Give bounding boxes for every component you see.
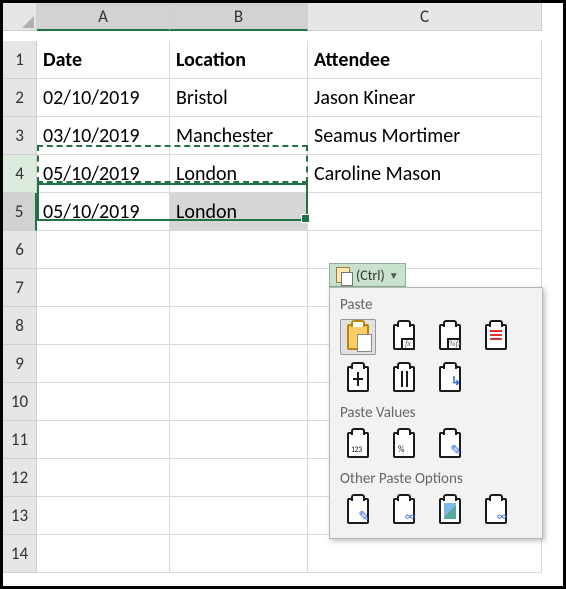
cell-A4[interactable]: 05/10/2019 [37, 155, 170, 193]
row-header-1[interactable]: 1 [3, 41, 37, 79]
cell-B3[interactable]: Manchester [170, 117, 308, 155]
cell-B12[interactable] [170, 459, 308, 497]
cell-B11[interactable] [170, 421, 308, 459]
row-header-6[interactable]: 6 [3, 231, 37, 269]
cell-B7[interactable] [170, 269, 308, 307]
cell-A6[interactable] [37, 231, 170, 269]
cell-A13[interactable] [37, 497, 170, 535]
cell-A11[interactable] [37, 421, 170, 459]
paste-values-icon[interactable]: 123 [340, 427, 376, 463]
ctrl-label: (Ctrl) [356, 267, 385, 284]
row-header-10[interactable]: 10 [3, 383, 37, 421]
row-header-7[interactable]: 7 [3, 269, 37, 307]
paste-values-source-formatting-icon[interactable]: ✎ [432, 427, 468, 463]
cell-C1[interactable]: Attendee [308, 41, 542, 79]
chevron-down-icon: ▼ [389, 269, 399, 282]
row-header-3[interactable]: 3 [3, 117, 37, 155]
cell-A1[interactable]: Date [37, 41, 170, 79]
cell-A5[interactable]: 05/10/2019 [37, 193, 170, 231]
select-all-corner[interactable] [3, 3, 37, 31]
cell-C5[interactable] [308, 193, 542, 231]
cell-B13[interactable] [170, 497, 308, 535]
cell-A8[interactable] [37, 307, 170, 345]
row-header-8[interactable]: 8 [3, 307, 37, 345]
row-header-12[interactable]: 12 [3, 459, 37, 497]
row-header-2[interactable]: 2 [3, 79, 37, 117]
paste-formulas-icon[interactable]: fx [386, 319, 422, 355]
paste-options-popup: Paste fx %fx ↳ Paste Values 123 % ✎ Othe… [329, 287, 543, 539]
paste-formatting-icon[interactable]: ✎ [340, 493, 376, 529]
paste-link-icon[interactable]: ∞ [386, 493, 422, 529]
paste-formulas-number-formatting-icon[interactable]: %fx [432, 319, 468, 355]
paste-keep-source-formatting-icon[interactable] [478, 319, 514, 355]
cell-B5[interactable]: London [170, 193, 308, 231]
cell-B4[interactable]: London [170, 155, 308, 193]
cell-A7[interactable] [37, 269, 170, 307]
col-header-B[interactable]: B [170, 3, 308, 31]
col-header-A[interactable]: A [37, 3, 170, 31]
cell-C2[interactable]: Jason Kinear [308, 79, 542, 117]
cell-B8[interactable] [170, 307, 308, 345]
cell-C3[interactable]: Seamus Mortimer [308, 117, 542, 155]
row-header-14[interactable]: 14 [3, 535, 37, 573]
col-header-C[interactable]: C [308, 3, 542, 31]
row-header-9[interactable]: 9 [3, 345, 37, 383]
clipboard-icon [336, 267, 350, 283]
row-header-13[interactable]: 13 [3, 497, 37, 535]
cell-A12[interactable] [37, 459, 170, 497]
cell-B2[interactable]: Bristol [170, 79, 308, 117]
paste-transpose-icon[interactable]: ↳ [432, 361, 468, 397]
paste-values-section-label: Paste Values [334, 400, 538, 424]
paste-keep-column-widths-icon[interactable] [386, 361, 422, 397]
cell-B6[interactable] [170, 231, 308, 269]
cell-B9[interactable] [170, 345, 308, 383]
paste-picture-icon[interactable] [432, 493, 468, 529]
row-header-11[interactable]: 11 [3, 421, 37, 459]
paste-no-borders-icon[interactable] [340, 361, 376, 397]
paste-linked-picture-icon[interactable]: ∞ [478, 493, 514, 529]
cell-A2[interactable]: 02/10/2019 [37, 79, 170, 117]
paste-options-button[interactable]: (Ctrl) ▼ [329, 263, 406, 287]
paste-section-label: Paste [334, 292, 538, 316]
row-header-4[interactable]: 4 [3, 155, 37, 193]
paste-all-icon[interactable] [340, 319, 376, 355]
cell-A3[interactable]: 03/10/2019 [37, 117, 170, 155]
cell-A10[interactable] [37, 383, 170, 421]
other-paste-section-label: Other Paste Options [334, 466, 538, 490]
paste-values-number-formatting-icon[interactable]: % [386, 427, 422, 463]
cell-B10[interactable] [170, 383, 308, 421]
row-header-5[interactable]: 5 [3, 193, 37, 231]
cell-A14[interactable] [37, 535, 170, 573]
cell-B1[interactable]: Location [170, 41, 308, 79]
cell-B14[interactable] [170, 535, 308, 573]
cell-C4[interactable]: Caroline Mason [308, 155, 542, 193]
cell-A9[interactable] [37, 345, 170, 383]
cell-C14[interactable] [308, 535, 542, 573]
